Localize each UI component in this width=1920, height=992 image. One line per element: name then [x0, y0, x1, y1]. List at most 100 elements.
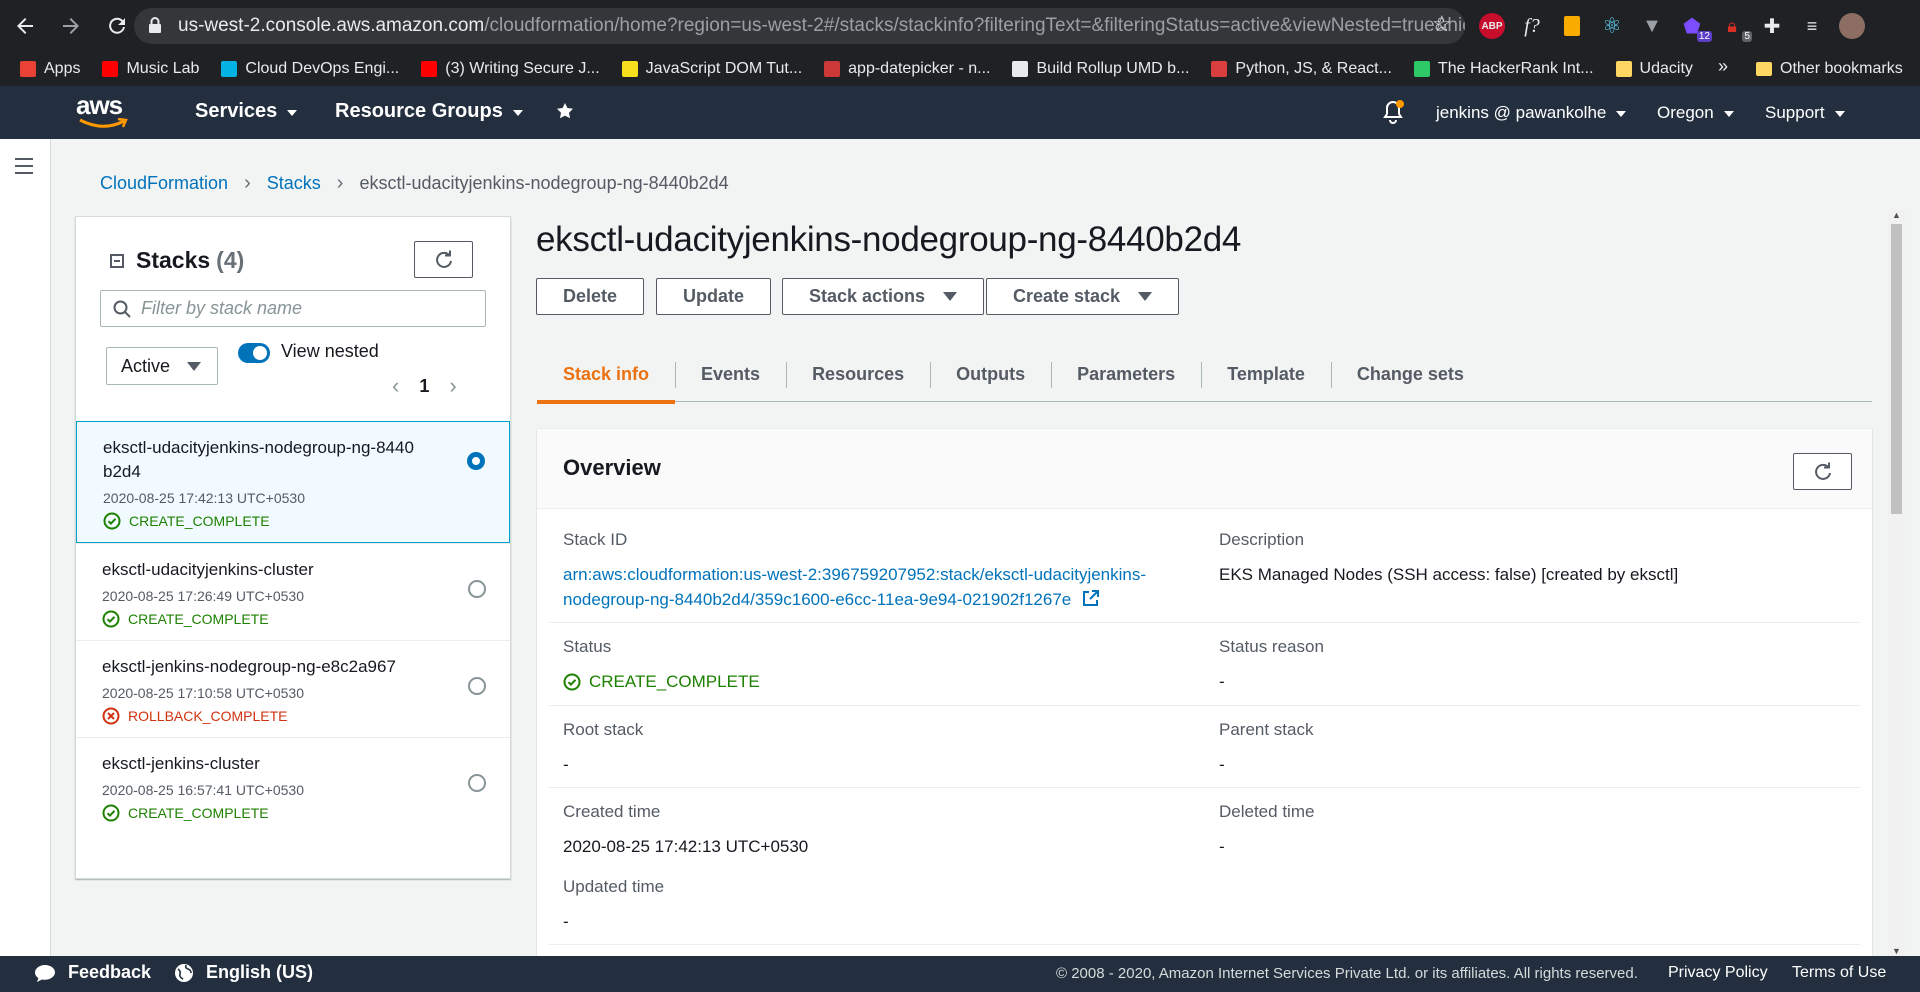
chevron-down-icon	[1723, 111, 1734, 117]
notifications-bell-icon[interactable]	[1382, 100, 1404, 124]
favicon-icon	[102, 60, 119, 77]
caret-down-icon	[943, 292, 958, 301]
divider	[549, 944, 1860, 945]
bookmark-item[interactable]: Python, JS, & React...	[1211, 60, 1392, 78]
reload-button[interactable]	[96, 5, 138, 47]
privacy-policy-link[interactable]: Privacy Policy	[1668, 964, 1768, 982]
tab-template[interactable]: Template	[1201, 346, 1331, 402]
stack-select-radio[interactable]	[468, 677, 486, 695]
root-stack-value: -	[563, 755, 569, 774]
tab-stack-info[interactable]: Stack info	[537, 346, 676, 404]
bookmark-item[interactable]: Udacity	[1615, 59, 1693, 78]
status-filter-select[interactable]: Active	[106, 347, 218, 385]
bookmark-star-icon[interactable]: ☆	[1432, 11, 1452, 37]
breadcrumb-cloudformation[interactable]: CloudFormation	[100, 173, 228, 194]
next-page-icon[interactable]: ›	[449, 373, 456, 399]
stack-id-link[interactable]: arn:aws:cloudformation:us-west-2:3967592…	[563, 562, 1146, 612]
chevron-down-icon	[1834, 111, 1845, 117]
profile-avatar[interactable]	[1836, 10, 1868, 42]
bookmark-label: Music Lab	[126, 59, 200, 77]
overview-container: Overview Stack ID arn:aws:cloudformation…	[537, 428, 1872, 958]
refresh-icon	[435, 250, 452, 268]
divider	[549, 622, 1860, 623]
terms-of-use-link[interactable]: Terms of Use	[1792, 964, 1886, 982]
root-stack-label: Root stack	[563, 720, 644, 739]
bookmark-item[interactable]: Build Rollup UMD b...	[1012, 60, 1189, 78]
success-check-icon	[102, 610, 120, 628]
stack-list-item[interactable]: eksctl-udacityjenkins-cluster 2020-08-25 …	[76, 543, 510, 640]
pin-icon[interactable]	[556, 102, 574, 120]
react-icon[interactable]: ⚛	[1596, 10, 1628, 42]
update-button[interactable]: Update	[656, 278, 772, 315]
folder-icon	[1756, 61, 1772, 76]
puzzle-badge-icon[interactable]: ⬟ 12	[1676, 10, 1712, 42]
feedback-button[interactable]: Feedback	[34, 962, 151, 983]
extensions-icon[interactable]: ✚	[1756, 10, 1788, 42]
services-menu[interactable]: Services	[195, 100, 298, 123]
create-stack-button[interactable]: Create stack	[986, 278, 1180, 315]
calculator-icon[interactable]	[1556, 10, 1588, 42]
bookmark-item[interactable]: The HackerRank Int...	[1413, 60, 1594, 78]
tab-resources[interactable]: Resources	[786, 346, 930, 402]
stack-id-field: Stack ID arn:aws:cloudformation:us-west-…	[563, 530, 1146, 612]
resource-groups-menu[interactable]: Resource Groups	[335, 100, 523, 123]
stack-select-radio[interactable]	[468, 580, 486, 598]
region-menu[interactable]: Oregon	[1657, 103, 1734, 123]
aws-logo[interactable]: aws	[76, 90, 130, 130]
tab-events[interactable]: Events	[675, 346, 786, 402]
stack-list-item[interactable]: eksctl-udacityjenkins-nodegroup-ng-8440 …	[76, 421, 510, 543]
page-scrollbar[interactable]: ▲ ▼	[1888, 210, 1905, 956]
address-bar[interactable]: us-west-2.console.aws.amazon.com/cloudfo…	[134, 8, 1465, 44]
stack-select-radio[interactable]	[468, 774, 486, 792]
stack-filter-input[interactable]: Filter by stack name	[100, 290, 486, 327]
previous-page-icon[interactable]: ‹	[392, 373, 399, 399]
refresh-stacks-button[interactable]	[414, 241, 473, 278]
refresh-overview-button[interactable]	[1793, 453, 1852, 490]
pagination: ‹ 1 ›	[392, 373, 457, 399]
back-button[interactable]	[4, 5, 46, 47]
bookmark-item[interactable]: (3) Writing Secure J...	[421, 59, 600, 78]
support-menu[interactable]: Support	[1765, 103, 1845, 123]
bookmarks-overflow-button[interactable]: »	[1718, 56, 1728, 77]
update-label: Update	[683, 286, 745, 306]
tab-outputs[interactable]: Outputs	[930, 346, 1051, 402]
account-menu[interactable]: jenkins @ pawankolhe	[1436, 103, 1627, 123]
stack-name[interactable]: eksctl-udacityjenkins-cluster	[102, 558, 442, 582]
vue-icon[interactable]: ▼	[1636, 10, 1668, 42]
bookmark-label: Udacity	[1639, 59, 1693, 77]
tab-change-sets[interactable]: Change sets	[1330, 346, 1490, 402]
scrollbar-thumb[interactable]	[1891, 224, 1902, 514]
lock-badge-icon[interactable]: 🔒︎ 5	[1716, 10, 1752, 42]
formula-icon[interactable]: f?	[1516, 10, 1548, 42]
scroll-down-icon[interactable]: ▼	[1892, 946, 1901, 956]
stack-select-radio[interactable]	[467, 452, 485, 470]
scroll-up-icon[interactable]: ▲	[1892, 210, 1901, 220]
delete-button[interactable]: Delete	[536, 278, 645, 315]
favicon-icon	[1413, 60, 1430, 77]
media-icon[interactable]: ≡	[1796, 10, 1828, 42]
collapse-icon[interactable]	[110, 253, 124, 268]
stack-name[interactable]: eksctl-jenkins-nodegroup-ng-e8c2a967	[102, 655, 442, 679]
updated-time-field: Updated time -	[563, 877, 664, 934]
bookmark-item[interactable]: Cloud DevOps Engi...	[221, 60, 399, 78]
view-nested-toggle[interactable]	[238, 343, 270, 363]
forward-button[interactable]	[50, 5, 92, 47]
language-selector[interactable]: English (US)	[174, 962, 313, 983]
tab-parameters[interactable]: Parameters	[1051, 346, 1201, 402]
bookmark-item[interactable]: JavaScript DOM Tut...	[621, 60, 802, 78]
stack-name[interactable]: eksctl-udacityjenkins-nodegroup-ng-8440 …	[103, 436, 443, 484]
page-number[interactable]: 1	[419, 376, 429, 397]
stack-list-item[interactable]: eksctl-jenkins-nodegroup-ng-e8c2a967 2020…	[76, 640, 510, 737]
other-bookmarks[interactable]: Other bookmarks	[1756, 51, 1903, 86]
stack-list-item[interactable]: eksctl-jenkins-cluster 2020-08-25 16:57:4…	[76, 737, 510, 834]
stack-actions-button[interactable]: Stack actions	[782, 278, 985, 315]
breadcrumb-stacks[interactable]: Stacks	[267, 173, 321, 194]
stack-name[interactable]: eksctl-jenkins-cluster	[102, 752, 442, 776]
bookmark-label: (3) Writing Secure J...	[445, 59, 600, 77]
bookmark-item[interactable]: app-datepicker - n...	[824, 60, 990, 78]
bookmark-item[interactable]: Apps	[20, 60, 80, 78]
hamburger-menu-icon[interactable]	[15, 158, 33, 179]
status-filter-value: Active	[121, 355, 171, 376]
abp-icon[interactable]: ABP	[1476, 10, 1508, 42]
bookmark-item[interactable]: Music Lab	[102, 60, 199, 78]
